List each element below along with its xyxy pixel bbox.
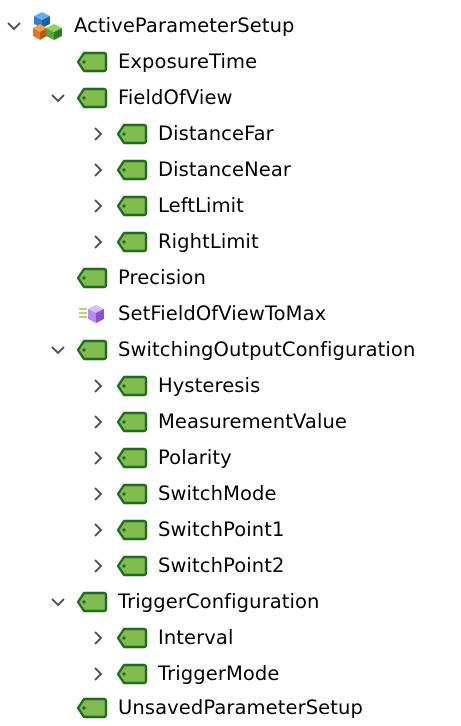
chevron-right-icon[interactable] [88,368,108,404]
tag-icon [116,512,148,548]
chevron-right-icon[interactable] [88,188,108,224]
chevron-right-icon[interactable] [88,656,108,692]
tree-item-hysteresis[interactable]: Hysteresis [88,368,260,404]
tree-item-trigger-mode[interactable]: TriggerMode [88,656,279,692]
tag-icon [116,224,148,260]
tree-item-switch-mode[interactable]: SwitchMode [88,476,277,512]
tree-item-label: MeasurementValue [158,410,348,433]
tree-item-trigger-configuration[interactable]: TriggerConfiguration [48,584,320,620]
tree-item-precision[interactable]: Precision [48,260,206,296]
chevron-down-icon[interactable] [48,332,68,368]
chevron-right-icon[interactable] [88,620,108,656]
tree-item-switch-point-1[interactable]: SwitchPoint1 [88,512,285,548]
tag-icon [116,188,148,224]
tree-item-label: LeftLimit [158,194,244,217]
tag-icon [116,116,148,152]
chevron-right-icon[interactable] [88,404,108,440]
tree-item-active-parameter-setup[interactable]: ActiveParameterSetup [4,8,295,44]
tag-icon [116,404,148,440]
tag-icon [116,440,148,476]
tag-icon [116,656,148,692]
tree-item-measurement-value[interactable]: MeasurementValue [88,404,347,440]
tree-item-switching-output-configuration[interactable]: SwitchingOutputConfiguration [48,332,415,368]
tag-icon [116,548,148,584]
tag-icon [76,584,108,620]
tree-item-left-limit[interactable]: LeftLimit [88,188,244,224]
method-icon [76,296,108,332]
chevron-right-icon[interactable] [88,548,108,584]
tree-item-interval[interactable]: Interval [88,620,233,656]
tree-item-label: TriggerConfiguration [118,590,320,613]
tree-item-unsaved-parameter-setup[interactable]: UnsavedParameterSetup [48,690,363,726]
chevron-down-icon[interactable] [48,80,68,116]
tag-icon [116,620,148,656]
tag-icon [116,368,148,404]
tree-item-label: TriggerMode [158,662,280,685]
tag-icon [116,152,148,188]
tag-icon [76,260,108,296]
tree-item-label: ExposureTime [118,50,258,73]
chevron-right-icon[interactable] [88,116,108,152]
tag-icon [76,44,108,80]
tree-item-label: UnsavedParameterSetup [118,696,363,719]
tree-item-right-limit[interactable]: RightLimit [88,224,259,260]
tree-item-label: SetFieldOfViewToMax [118,302,327,325]
tag-icon [76,80,108,116]
tree-item-label: Hysteresis [158,374,261,397]
tag-icon [76,332,108,368]
tree-item-set-field-of-view-to-max[interactable]: SetFieldOfViewToMax [48,296,326,332]
tree-item-polarity[interactable]: Polarity [88,440,232,476]
tree-item-label: Precision [118,266,206,289]
tree-item-label: FieldOfView [118,86,233,109]
tree-item-exposure-time[interactable]: ExposureTime [48,44,257,80]
tree-item-label: RightLimit [158,230,259,253]
tree-item-label: SwitchingOutputConfiguration [118,338,416,361]
cubes-icon [32,8,64,44]
tree-item-label: DistanceNear [158,158,292,181]
chevron-right-icon[interactable] [88,440,108,476]
tree-item-distance-far[interactable]: DistanceFar [88,116,274,152]
chevron-down-icon[interactable] [4,8,24,44]
tree-item-label: ActiveParameterSetup [74,14,295,37]
tag-icon [116,476,148,512]
tree-item-label: SwitchMode [158,482,277,505]
parameter-tree: ActiveParameterSetup ExposureTime FieldO… [0,0,461,720]
chevron-right-icon[interactable] [88,224,108,260]
tree-item-label: SwitchPoint1 [158,518,285,541]
tree-item-label: Polarity [158,446,232,469]
chevron-down-icon[interactable] [48,584,68,620]
tag-icon [76,690,108,726]
tree-item-label: DistanceFar [158,122,274,145]
chevron-right-icon[interactable] [88,152,108,188]
chevron-right-icon[interactable] [88,476,108,512]
tree-item-switch-point-2[interactable]: SwitchPoint2 [88,548,285,584]
tree-item-distance-near[interactable]: DistanceNear [88,152,291,188]
chevron-right-icon[interactable] [88,512,108,548]
tree-item-field-of-view[interactable]: FieldOfView [48,80,233,116]
tree-item-label: SwitchPoint2 [158,554,285,577]
tree-item-label: Interval [158,626,234,649]
